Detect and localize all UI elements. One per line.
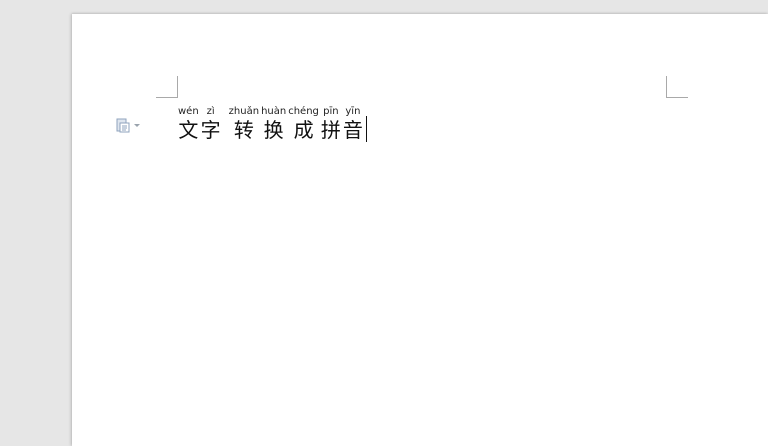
pinyin: yīn [345,106,361,117]
hanzi: 文 [178,118,199,142]
ruby-char: zhuǎn 转 [229,106,259,142]
phonetic-guide-text[interactable]: wén 文 zì 字 zhuǎn 转 huàn 换 chéng 成 pīn 拼 … [178,106,368,142]
hanzi: 音 [342,118,363,142]
pinyin: pīn [323,106,339,117]
ruby-char: chéng 成 [288,106,319,142]
chevron-down-icon [134,124,140,127]
paste-options-icon [116,118,130,133]
margin-corner-top-right [666,76,688,98]
hanzi: 字 [200,118,221,142]
ruby-char: zì 字 [201,106,221,142]
pinyin: chéng [288,106,319,117]
ruby-char: huàn 换 [261,106,286,142]
hanzi: 转 [233,118,254,142]
document-page[interactable]: wén 文 zì 字 zhuǎn 转 huàn 换 chéng 成 pīn 拼 … [72,14,768,446]
paste-options-button[interactable] [116,116,146,134]
text-cursor [365,116,368,142]
ruby-char: yīn 音 [343,106,363,142]
hanzi: 换 [263,118,284,142]
hanzi: 成 [293,118,314,142]
pinyin: zì [206,106,215,117]
pinyin: zhuǎn [228,106,260,117]
ruby-char: pīn 拼 [321,106,341,142]
pinyin: wén [178,106,199,117]
pinyin: huàn [261,106,287,117]
hanzi: 拼 [320,118,341,142]
margin-corner-top-left [156,76,178,98]
ruby-char: wén 文 [178,106,199,142]
